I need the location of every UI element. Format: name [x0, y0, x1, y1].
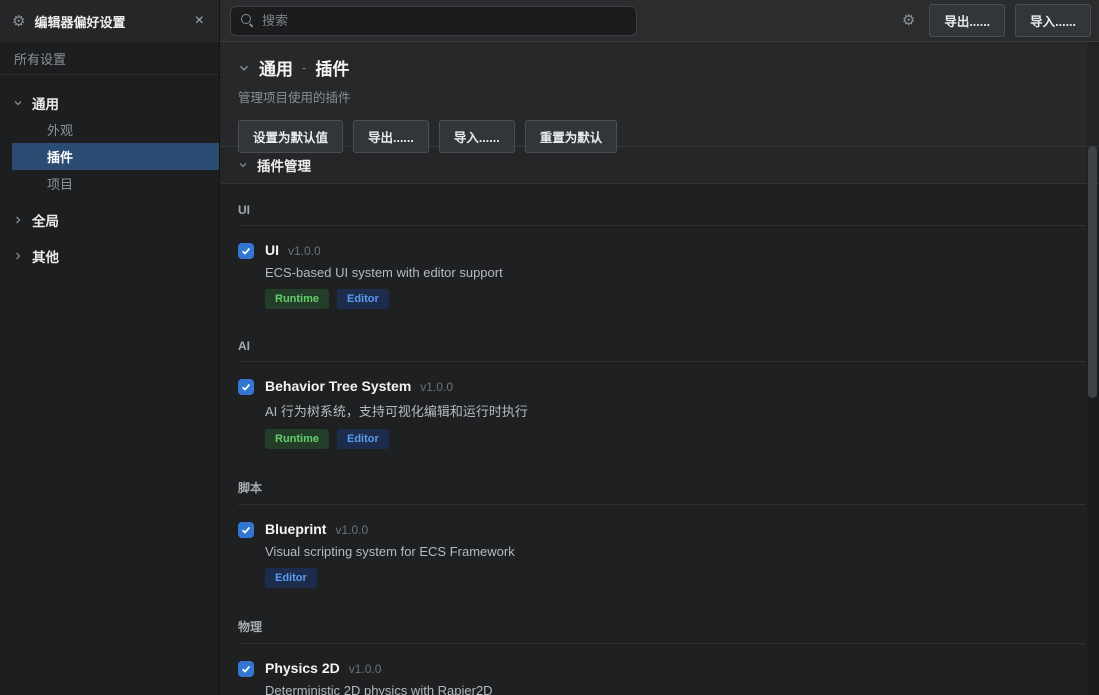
plugin-row: Behavior Tree System v1.0.0 AI 行为树系统，支持可… — [238, 378, 1085, 460]
category-label: AI — [238, 339, 1085, 353]
plugin-manager-section-header[interactable]: 插件管理 — [220, 146, 1099, 184]
plugin-description: ECS-based UI system with editor support — [265, 265, 503, 280]
tree-item-label: 外观 — [47, 120, 73, 139]
plugin-info: Behavior Tree System v1.0.0 AI 行为树系统，支持可… — [265, 378, 528, 449]
page-header: 通用 - 插件 管理项目使用的插件 设置为默认值 导出...... 导入....… — [220, 42, 1099, 146]
divider — [238, 225, 1085, 226]
sidebar-header: ⚙ 编辑器偏好设置 × — [0, 0, 219, 42]
window-title: 编辑器偏好设置 — [34, 12, 182, 31]
chevron-right-icon — [13, 251, 23, 261]
plugin-row: UI v1.0.0 ECS-based UI system with edito… — [238, 242, 1085, 320]
sidebar-item-all-settings[interactable]: 所有设置 — [0, 42, 219, 75]
tree-group-general[interactable]: 通用 — [0, 89, 219, 116]
plugin-row: Blueprint v1.0.0 Visual scripting system… — [238, 521, 1085, 599]
topbar-export-button[interactable]: 导出...... — [929, 4, 1005, 37]
topbar-gear-icon[interactable]: ⚙ — [902, 13, 915, 28]
badge-editor: Editor — [265, 568, 317, 588]
tree-item-project[interactable]: 项目 — [12, 170, 219, 197]
plugin-info: UI v1.0.0 ECS-based UI system with edito… — [265, 242, 503, 309]
plugin-version: v1.0.0 — [288, 244, 321, 258]
scrollbar-track[interactable] — [1087, 42, 1099, 695]
topbar-import-button[interactable]: 导入...... — [1015, 4, 1091, 37]
plugin-category-ui: UI UI v1.0.0 ECS-based UI system with ed… — [238, 184, 1085, 320]
plugin-description: AI 行为树系统，支持可视化编辑和运行时执行 — [265, 401, 528, 420]
tree-group-label: 全局 — [32, 210, 59, 230]
plugin-list: UI UI v1.0.0 ECS-based UI system with ed… — [220, 184, 1099, 695]
plugin-name: Physics 2D — [265, 660, 340, 676]
plugin-checkbox[interactable] — [238, 661, 254, 677]
chevron-right-icon — [13, 215, 23, 225]
settings-scroll-area: 通用 - 插件 管理项目使用的插件 设置为默认值 导出...... 导入....… — [220, 42, 1099, 695]
close-icon[interactable]: × — [192, 12, 207, 30]
plugin-version: v1.0.0 — [335, 523, 368, 537]
plugin-category-script: 脚本 Blueprint v1.0.0 Visual scripting sys… — [238, 460, 1085, 599]
category-label: 物理 — [238, 618, 1085, 635]
plugin-name: UI — [265, 242, 279, 258]
tree-group-label: 通用 — [32, 93, 59, 113]
category-label: UI — [238, 203, 1085, 217]
plugin-category-ai: AI Behavior Tree System v1.0.0 AI 行为树系统，… — [238, 320, 1085, 460]
plugin-checkbox[interactable] — [238, 243, 254, 259]
breadcrumb: 通用 - 插件 — [238, 55, 1081, 80]
tree-item-appearance[interactable]: 外观 — [12, 116, 219, 143]
chevron-down-icon — [13, 98, 23, 108]
export-button[interactable]: 导出...... — [353, 120, 429, 153]
topbar: ⚙ 导出...... 导入...... — [220, 0, 1099, 42]
plugin-category-physics: 物理 Physics 2D v1.0.0 Deterministic 2D ph… — [238, 599, 1085, 695]
category-label: 脚本 — [238, 479, 1085, 496]
badge-editor: Editor — [337, 429, 389, 449]
plugin-checkbox[interactable] — [238, 379, 254, 395]
search-input[interactable] — [262, 13, 626, 28]
plugin-badges: Runtime Editor — [265, 429, 528, 449]
page-subtitle: 管理项目使用的插件 — [238, 87, 1081, 106]
search-icon — [241, 14, 254, 27]
breadcrumb-separator: - — [302, 60, 306, 75]
plugin-badges: Editor — [265, 568, 515, 588]
badge-editor: Editor — [337, 289, 389, 309]
settings-tree: 通用 外观 插件 项目 全局 其他 — [0, 75, 219, 269]
plugin-checkbox[interactable] — [238, 522, 254, 538]
main-panel: ⚙ 导出...... 导入...... 通用 - 插件 管理项目使用的插件 设置… — [220, 0, 1099, 695]
plugin-name: Behavior Tree System — [265, 378, 411, 394]
divider — [238, 643, 1085, 644]
import-button[interactable]: 导入...... — [439, 120, 515, 153]
plugin-version: v1.0.0 — [349, 662, 382, 676]
settings-gear-icon: ⚙ — [12, 14, 25, 29]
preferences-window: ⚙ 编辑器偏好设置 × 所有设置 通用 外观 插件 项目 — [0, 0, 1099, 695]
badge-runtime: Runtime — [265, 289, 329, 309]
section-label: 插件管理 — [257, 155, 311, 175]
tree-group-global[interactable]: 全局 — [0, 206, 219, 233]
page-title: 插件 — [315, 55, 349, 80]
chevron-down-icon — [238, 160, 248, 170]
plugin-version: v1.0.0 — [420, 380, 453, 394]
breadcrumb-parent: 通用 — [259, 55, 293, 80]
tree-item-plugins[interactable]: 插件 — [12, 143, 219, 170]
reset-to-default-button[interactable]: 重置为默认 — [525, 120, 618, 153]
plugin-description: Visual scripting system for ECS Framewor… — [265, 544, 515, 559]
tree-group-label: 其他 — [32, 246, 59, 266]
divider — [238, 361, 1085, 362]
search-box — [230, 6, 637, 36]
set-as-default-button[interactable]: 设置为默认值 — [238, 120, 343, 153]
plugin-badges: Runtime Editor — [265, 289, 503, 309]
tree-item-label: 项目 — [47, 174, 73, 193]
plugin-description: Deterministic 2D physics with Rapier2D — [265, 683, 493, 695]
plugin-row: Physics 2D v1.0.0 Deterministic 2D physi… — [238, 660, 1085, 695]
tree-item-label: 插件 — [47, 147, 73, 166]
plugin-name: Blueprint — [265, 521, 326, 537]
sidebar: ⚙ 编辑器偏好设置 × 所有设置 通用 外观 插件 项目 — [0, 0, 220, 695]
plugin-info: Physics 2D v1.0.0 Deterministic 2D physi… — [265, 660, 493, 695]
chevron-down-icon[interactable] — [238, 62, 250, 74]
badge-runtime: Runtime — [265, 429, 329, 449]
plugin-info: Blueprint v1.0.0 Visual scripting system… — [265, 521, 515, 588]
divider — [238, 504, 1085, 505]
tree-group-other[interactable]: 其他 — [0, 242, 219, 269]
scrollbar-thumb[interactable] — [1088, 146, 1097, 398]
